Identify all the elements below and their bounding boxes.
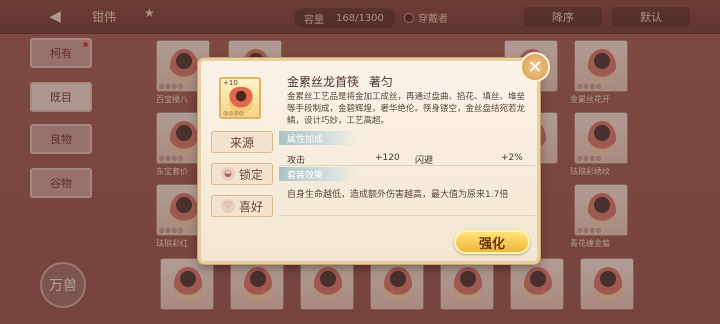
heart-icon: ♡ [220,199,235,213]
item-name: 金累丝龙首筷 [287,75,360,89]
set-effect-header: 套装效果 [279,167,357,181]
source-button[interactable]: 来源 [211,131,273,153]
game-screen: ◀ 钳伟 ★ 容量 168/1300 穿戴者 降序 默认 柯有 既目 良物 谷物… [0,0,720,324]
item-title: 金累丝龙首筷 著匀 [287,73,393,90]
like-label: 喜好 [238,199,263,214]
attribute-header: 属性加成 [279,131,357,145]
enhance-button[interactable]: 强化 [454,230,530,254]
close-button[interactable]: ✕ [520,52,550,82]
lock-button[interactable]: ◒ 锁定 [211,163,273,185]
divider [279,215,535,216]
like-button[interactable]: ♡ 喜好 [211,195,273,217]
item-thumbnail: +10 ◎◎◎◎ [219,77,261,119]
dodge-value: +2% [501,153,523,163]
item-description: 金累丝工艺品是将金加工成丝，再通过盘曲、掐花、填丝、堆垒等手段制成，金碧辉煌，奢… [287,92,526,126]
lock-label: 锁定 [238,167,263,182]
lock-icon: ◒ [220,167,235,181]
source-label: 来源 [229,135,254,150]
set-effect-description: 自身生命越低，造成额外伤害越高，最大值为原来1.7倍 [287,190,509,200]
close-icon: ✕ [527,56,543,78]
item-author: 著匀 [368,75,393,89]
attack-value: +120 [375,153,400,163]
divider [279,165,535,166]
item-level: +10 [223,79,238,87]
rings-icon: ◎◎◎◎ [223,110,244,117]
